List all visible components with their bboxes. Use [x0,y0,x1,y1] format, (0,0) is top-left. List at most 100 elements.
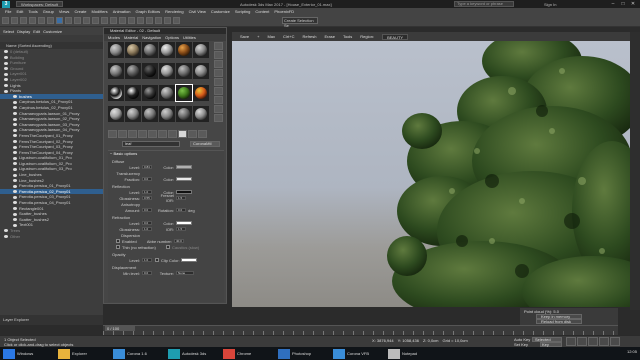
taskbar-app-icon[interactable] [223,348,235,359]
vfb-tool-tools[interactable]: Tools [343,34,352,39]
menu-scripting[interactable]: Scripting [235,9,251,14]
vfb-tool-save[interactable]: Save [240,34,249,39]
material-sample-slot[interactable] [159,42,175,58]
vfb-tool-region[interactable]: Region: [360,34,374,39]
material-sample-slot[interactable] [159,84,175,101]
visibility-eye-icon[interactable] [13,111,17,115]
edit-named-sets-icon[interactable] [173,17,180,24]
material-sample-slot[interactable] [108,63,124,80]
visibility-eye-icon[interactable] [13,117,17,121]
visibility-eye-icon[interactable] [13,162,17,166]
selection-filter-icon[interactable] [47,17,54,24]
taskbar-app-icon[interactable] [388,348,400,359]
visibility-eye-icon[interactable] [4,78,8,82]
background-icon[interactable] [214,60,223,68]
explorer-footer[interactable]: Layer Explorer [0,315,103,325]
translucency-fraction-spinner[interactable]: 0.0 [142,177,152,181]
visibility-eye-icon[interactable] [13,145,17,149]
window-crossing-icon[interactable] [83,17,90,24]
pivot-center-icon[interactable] [128,17,135,24]
visibility-eye-icon[interactable] [4,235,8,239]
close-button[interactable]: ✕ [628,0,638,8]
move-icon[interactable] [92,17,99,24]
dispersion-enabled-checkbox[interactable] [116,239,120,243]
diffuse-level-spinner[interactable]: 0.84 [142,165,152,169]
play-icon[interactable] [588,337,598,346]
rotate-icon[interactable] [101,17,108,24]
time-slider[interactable]: 0 / 100 [103,325,618,336]
material-sample-slot[interactable] [142,63,158,80]
coordinate-field[interactable]: X: 3876,944 [372,338,394,343]
vfb-tool-clrt-c[interactable]: Clrt+C [283,34,294,39]
select-by-name-icon[interactable] [65,17,72,24]
visibility-eye-icon[interactable] [13,134,17,138]
visibility-eye-icon[interactable] [13,201,17,205]
menu-rendering[interactable]: Rendering [165,9,183,14]
material-sample-slot[interactable] [175,83,193,102]
visibility-eye-icon[interactable] [4,89,8,93]
menu-group[interactable]: Group [43,9,54,14]
visibility-eye-icon[interactable] [13,179,17,183]
abbe-number-spinner[interactable]: 40.0 [174,239,184,243]
link-icon[interactable] [20,17,27,24]
diffuse-color-swatch[interactable] [176,165,192,169]
refraction-gloss-spinner[interactable]: 1.0 [142,227,152,231]
menu-customize[interactable]: Customize [211,9,230,14]
reset-map-icon[interactable] [138,130,147,138]
material-sample-slot[interactable] [193,105,209,122]
displacement-texture-button[interactable]: None [176,271,194,275]
app-logo-icon[interactable]: 3 [2,0,10,8]
viewport-right-scrollbar[interactable] [630,32,640,310]
explorer-tab-select[interactable]: Select [3,29,14,34]
taskbar-app-label[interactable]: Corona VFB [347,351,385,356]
visibility-eye-icon[interactable] [13,195,17,199]
explorer-tab-edit[interactable]: Edit [33,29,40,34]
menu-views[interactable]: Views [59,9,70,14]
material-type-button[interactable]: CoronaMtl [190,140,220,147]
sign-in-link[interactable]: Sign In [544,2,556,7]
material-sample-slot[interactable] [108,42,124,58]
visibility-eye-icon[interactable] [4,84,8,87]
menu-graph-editors[interactable]: Graph Editors [135,9,160,14]
material-menu-material[interactable]: Material [124,35,138,40]
percent-snap-icon[interactable] [155,17,162,24]
material-menu-modes[interactable]: Modes [108,35,120,40]
bind-space-warp-icon[interactable] [38,17,45,24]
snap-toggle-icon[interactable] [137,17,144,24]
reload-from-disk-button[interactable]: Reload from disk [536,319,582,324]
displacement-min-spinner[interactable]: 0.0 [142,271,152,275]
material-menu-navigation[interactable]: Navigation [142,35,161,40]
vfb-tool-beauty[interactable]: BEAUTY [382,33,409,40]
refraction-level-spinner[interactable]: 0.0 [142,221,152,225]
taskbar-app-icon[interactable] [113,348,125,359]
taskbar-app-label[interactable]: Windows [17,351,55,356]
material-sample-slot[interactable] [193,84,209,101]
vfb-tool-refresh[interactable]: Refresh [302,34,316,39]
vfb-tool-max[interactable]: Max [267,34,275,39]
material-sample-slot[interactable] [125,105,141,122]
visibility-eye-icon[interactable] [13,207,17,211]
visibility-eye-icon[interactable] [13,173,17,177]
opacity-color-swatch[interactable] [181,258,197,262]
material-sample-slot[interactable] [142,105,158,122]
spinner-snap-icon[interactable] [164,17,171,24]
material-sample-slot[interactable] [193,63,209,80]
visibility-eye-icon[interactable] [4,67,8,71]
taskbar-app-label[interactable]: Corona 1.6 [127,351,165,356]
go-to-end-icon[interactable] [610,337,620,346]
vfb-tool-[interactable]: + [257,34,259,39]
next-frame-icon[interactable] [599,337,609,346]
select-by-material-icon[interactable] [214,105,223,113]
render-viewport[interactable] [232,41,630,307]
angle-snap-icon[interactable] [146,17,153,24]
visibility-eye-icon[interactable] [13,218,17,222]
visibility-eye-icon[interactable] [13,184,17,188]
visibility-eye-icon[interactable] [13,95,17,99]
reflection-color-swatch[interactable] [176,190,192,194]
visibility-eye-icon[interactable] [13,156,17,160]
menu-animation[interactable]: Animation [113,9,131,14]
material-sample-slot[interactable] [176,42,192,58]
material-sample-slot[interactable] [108,105,124,122]
undo-icon[interactable] [2,17,9,24]
material-name-field[interactable]: leaf [122,140,180,147]
